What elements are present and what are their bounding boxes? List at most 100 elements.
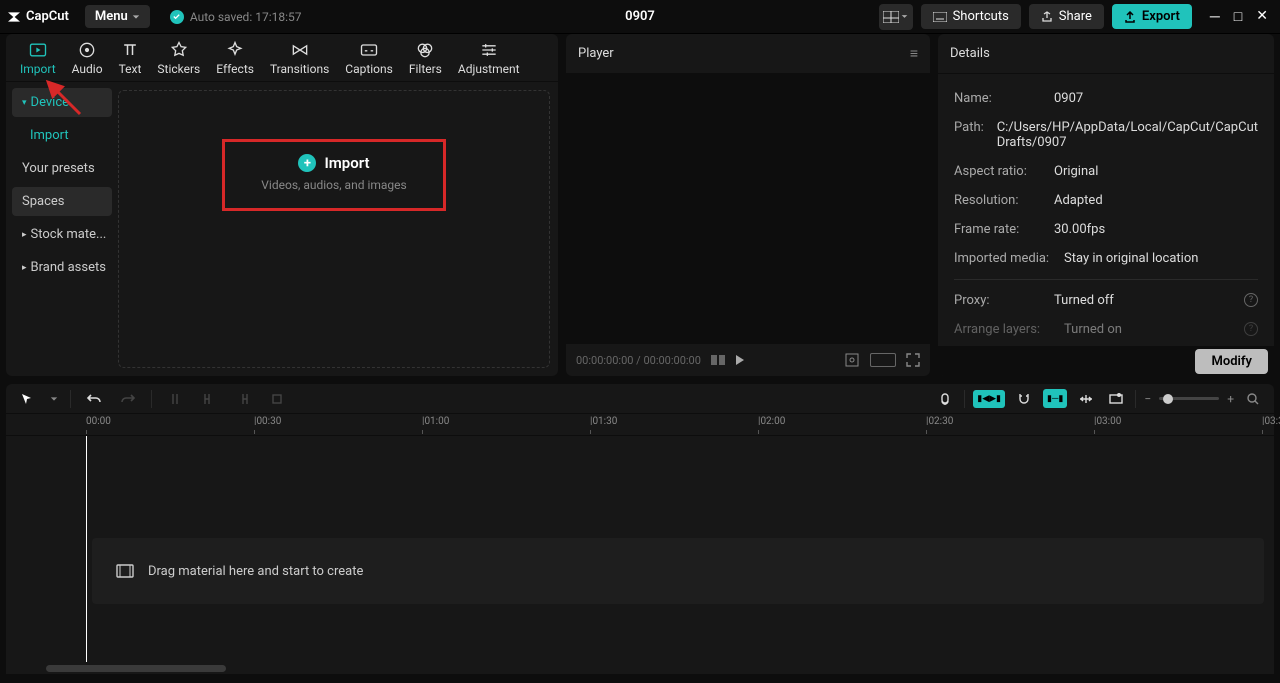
close-button[interactable]: ✕ xyxy=(1256,8,1268,25)
delete-button xyxy=(266,388,288,410)
filters-icon xyxy=(415,40,435,60)
zoom-out-button[interactable]: − xyxy=(1144,392,1151,406)
shortcuts-button[interactable]: Shortcuts xyxy=(921,4,1021,29)
maximize-button[interactable]: □ xyxy=(1234,8,1242,25)
frame-icon[interactable] xyxy=(844,352,860,368)
stickers-icon xyxy=(169,40,189,60)
share-button[interactable]: Share xyxy=(1029,4,1104,29)
detail-resolution: Adapted xyxy=(1054,193,1258,208)
detail-path: C:/Users/HP/AppData/Local/CapCut/CapCut … xyxy=(997,120,1258,150)
magnet-button[interactable] xyxy=(1013,388,1035,410)
media-panel: Import Audio Text Stickers Effects Trans… xyxy=(6,34,558,376)
minimize-button[interactable]: ─ xyxy=(1210,8,1220,25)
player-viewport[interactable] xyxy=(566,74,930,344)
media-tabs: Import Audio Text Stickers Effects Trans… xyxy=(6,34,558,82)
tab-import[interactable]: Import xyxy=(12,38,64,78)
keyboard-icon xyxy=(933,12,947,22)
sidebar-your-presets[interactable]: Your presets xyxy=(12,154,112,183)
ratio-button[interactable] xyxy=(870,353,896,367)
transitions-icon xyxy=(290,40,310,60)
detail-framerate: 30.00fps xyxy=(1054,222,1258,237)
timeline-ruler[interactable]: 00:00 |00:30 |01:00 |01:30 |02:00 |02:30… xyxy=(6,414,1274,436)
capcut-logo-icon xyxy=(6,9,22,25)
import-callout: + Import Videos, audios, and images xyxy=(222,139,445,211)
cover-button[interactable] xyxy=(1105,388,1127,410)
tab-stickers[interactable]: Stickers xyxy=(149,38,208,78)
timeline-scrollbar[interactable] xyxy=(6,662,1274,674)
preview-axis-button[interactable] xyxy=(1075,388,1097,410)
detail-name: 0907 xyxy=(1054,91,1258,106)
zoom-slider[interactable] xyxy=(1159,397,1219,400)
compare-icon[interactable] xyxy=(711,355,725,365)
project-title: 0907 xyxy=(625,9,655,24)
film-icon xyxy=(116,564,134,578)
playhead[interactable] xyxy=(86,436,87,662)
adjustment-icon xyxy=(479,40,499,60)
playhead-time: 00:00:00:00 / 00:00:00:00 xyxy=(576,354,701,367)
tab-effects[interactable]: Effects xyxy=(208,38,262,78)
details-panel: Details Name:0907 Path:C:/Users/HP/AppDa… xyxy=(938,34,1274,376)
timeline-toolbar: ▮◀▶▮ ▮─▮ − + xyxy=(6,384,1274,414)
player-title: Player xyxy=(578,46,614,61)
sidebar-stock-materials[interactable]: ▸Stock mate... xyxy=(12,220,112,249)
tab-adjustment[interactable]: Adjustment xyxy=(450,38,528,78)
layout-button[interactable] xyxy=(879,4,913,30)
tab-transitions[interactable]: Transitions xyxy=(262,38,337,78)
sidebar-import-link[interactable]: Import xyxy=(12,121,112,150)
selection-tool[interactable] xyxy=(16,388,38,410)
share-icon xyxy=(1041,11,1053,23)
detail-aspect: Original xyxy=(1054,164,1258,179)
split-button xyxy=(164,388,186,410)
detail-imported: Stay in original location xyxy=(1064,251,1258,266)
chevron-down-icon xyxy=(132,13,140,21)
magnet-main-button[interactable]: ▮◀▶▮ xyxy=(973,390,1005,408)
sidebar-brand-assets[interactable]: ▸Brand assets xyxy=(12,253,112,282)
sidebar-device[interactable]: ▾Device xyxy=(12,88,112,117)
app-logo: CapCut xyxy=(6,9,69,25)
chevron-down-icon[interactable] xyxy=(50,395,58,403)
tab-captions[interactable]: Captions xyxy=(337,38,401,78)
tab-filters[interactable]: Filters xyxy=(401,38,450,78)
captions-icon xyxy=(359,40,379,60)
timeline-tracks[interactable]: Drag material here and start to create xyxy=(6,436,1274,662)
play-icon[interactable] xyxy=(735,354,745,366)
tab-audio[interactable]: Audio xyxy=(64,38,111,78)
record-button[interactable] xyxy=(934,388,956,410)
delete-left-button xyxy=(198,388,220,410)
link-button[interactable]: ▮─▮ xyxy=(1043,389,1067,408)
zoom-in-button[interactable]: + xyxy=(1227,392,1234,406)
chevron-down-icon xyxy=(901,13,908,20)
tab-text[interactable]: Text xyxy=(111,38,150,78)
menu-button[interactable]: Menu xyxy=(85,5,150,28)
detail-layers: Turned on xyxy=(1064,322,1244,337)
timeline-panel: ▮◀▶▮ ▮─▮ − + 00:00 |00:30 |01:00 |01:30 … xyxy=(6,384,1274,674)
export-icon xyxy=(1124,11,1136,23)
player-menu-button[interactable]: ≡ xyxy=(910,45,918,62)
player-controls: 00:00:00:00 / 00:00:00:00 xyxy=(566,344,930,376)
effects-icon xyxy=(225,40,245,60)
zoom-fit-button[interactable] xyxy=(1242,388,1264,410)
audio-icon xyxy=(77,40,97,60)
layout-icon xyxy=(883,11,899,23)
info-icon[interactable]: ? xyxy=(1244,322,1258,336)
title-bar: CapCut Menu Auto saved: 17:18:57 0907 Sh… xyxy=(0,0,1280,34)
undo-button[interactable] xyxy=(83,388,105,410)
redo-button xyxy=(117,388,139,410)
timeline-drop-hint[interactable]: Drag material here and start to create xyxy=(92,538,1264,604)
fullscreen-icon[interactable] xyxy=(906,353,920,367)
detail-proxy: Turned off xyxy=(1054,293,1244,308)
export-button[interactable]: Export xyxy=(1112,4,1192,29)
modify-button[interactable]: Modify xyxy=(1195,349,1268,374)
sidebar-spaces[interactable]: Spaces xyxy=(12,187,112,216)
autosave-status: Auto saved: 17:18:57 xyxy=(170,10,302,24)
plus-icon: + xyxy=(298,154,316,172)
import-dropzone[interactable]: + Import Videos, audios, and images xyxy=(118,90,550,368)
text-icon xyxy=(120,40,140,60)
player-panel: Player ≡ 00:00:00:00 / 00:00:00:00 xyxy=(566,34,930,376)
check-icon xyxy=(170,10,184,24)
info-icon[interactable]: ? xyxy=(1244,293,1258,307)
media-sidebar: ▾Device Import Your presets Spaces ▸Stoc… xyxy=(6,82,118,376)
import-icon xyxy=(28,40,48,60)
details-title: Details xyxy=(950,46,990,61)
delete-right-button xyxy=(232,388,254,410)
